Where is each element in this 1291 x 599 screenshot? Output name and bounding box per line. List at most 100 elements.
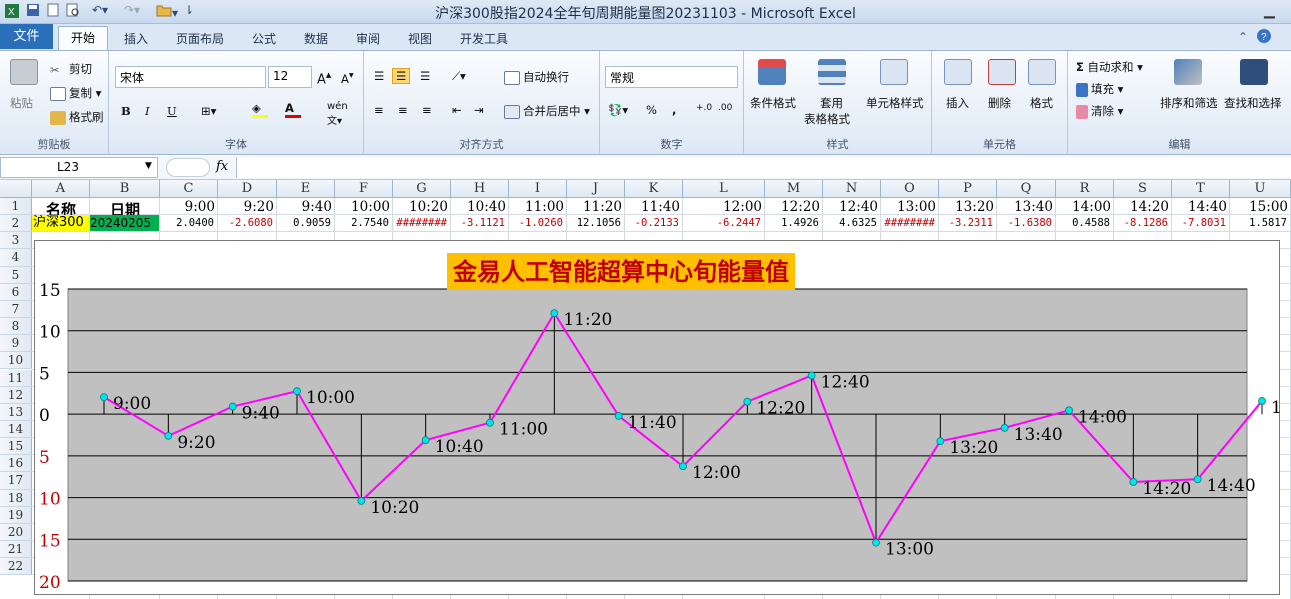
row-header-6[interactable]: 6: [0, 283, 32, 301]
tab-home[interactable]: 开始: [58, 26, 108, 50]
column-header-I[interactable]: I: [509, 180, 567, 198]
cell-A2[interactable]: 沪深300: [32, 215, 89, 232]
column-header-K[interactable]: K: [625, 180, 683, 198]
cell-N2[interactable]: 4.6325: [823, 215, 880, 231]
cell-P2[interactable]: -3.2311: [939, 215, 996, 231]
chart-title[interactable]: 金易人工智能超算中心旬能量值: [447, 253, 795, 290]
row-header-19[interactable]: 19: [0, 506, 32, 524]
cell-E1[interactable]: 9:40: [277, 199, 335, 216]
column-header-E[interactable]: E: [277, 180, 335, 198]
column-header-Q[interactable]: Q: [997, 180, 1056, 198]
row-header-7[interactable]: 7: [0, 300, 32, 319]
column-header-N[interactable]: N: [823, 180, 881, 198]
name-box[interactable]: L23: [0, 157, 158, 178]
row-header-4[interactable]: 4: [0, 249, 32, 267]
chart-area[interactable]: 15 10 5 0 5 10 15 20 9:00 9:20 9:40 10:00 10:20 10:40…: [34, 240, 1291, 595]
cell-A1[interactable]: 名称: [32, 199, 90, 216]
decrease-indent-icon[interactable]: ⇤: [452, 103, 462, 117]
row-header-3[interactable]: 3: [0, 232, 32, 250]
row-header-5[interactable]: 5: [0, 266, 32, 284]
format-painter-button[interactable]: 格式刷: [50, 109, 104, 125]
minimize-icon[interactable]: ▁: [1264, 3, 1275, 19]
font-color-icon[interactable]: A: [285, 101, 301, 118]
tab-developer[interactable]: 开发工具: [460, 30, 508, 47]
shrink-font-button[interactable]: A▾: [341, 70, 354, 86]
tab-review[interactable]: 审阅: [356, 30, 380, 47]
autosum-button[interactable]: Σ 自动求和 ▾: [1076, 59, 1143, 75]
row-header-1[interactable]: 1: [0, 198, 32, 216]
fill-button[interactable]: 填充 ▾: [1076, 81, 1123, 97]
cell-D1[interactable]: 9:20: [218, 199, 277, 216]
cell-J1[interactable]: 11:20: [567, 199, 625, 216]
formula-bar-splitter[interactable]: [166, 158, 210, 177]
paste-button[interactable]: 粘贴: [10, 95, 33, 111]
cell-K2[interactable]: -0.2133: [625, 215, 682, 231]
column-header-G[interactable]: G: [393, 180, 451, 198]
percent-button[interactable]: %: [646, 103, 657, 117]
row-header-8[interactable]: 8: [0, 318, 32, 336]
cell-L1[interactable]: 12:00: [683, 199, 765, 216]
row-header-13[interactable]: 13: [0, 403, 32, 421]
copy-button[interactable]: 复制 ▾: [50, 85, 101, 101]
cell-Q2[interactable]: -1.6380: [997, 215, 1055, 231]
phonetic-icon[interactable]: wén 文▾: [327, 101, 348, 127]
column-header-P[interactable]: P: [939, 180, 997, 198]
cell-M1[interactable]: 12:20: [765, 199, 823, 216]
tab-file[interactable]: 文件: [0, 24, 53, 49]
number-format-combo[interactable]: 常规: [605, 66, 738, 88]
cell-M2[interactable]: 1.4926: [765, 215, 822, 231]
column-header-U[interactable]: U: [1230, 180, 1291, 198]
row-header-9[interactable]: 9: [0, 335, 32, 353]
format-table-line2[interactable]: 表格格式: [804, 111, 850, 127]
currency-icon[interactable]: 💱▾: [608, 103, 628, 117]
cell-J2[interactable]: 12.1056: [567, 215, 624, 231]
cell-C2[interactable]: 2.0400: [160, 215, 217, 231]
merge-center-button[interactable]: 合并后居中 ▾: [504, 103, 590, 119]
row-header-14[interactable]: 14: [0, 420, 32, 439]
increase-decimal-icon[interactable]: +.0: [696, 103, 712, 113]
align-center-icon[interactable]: ≡: [398, 103, 408, 117]
cell-F2[interactable]: 2.7540: [335, 215, 392, 231]
cell-S2[interactable]: -8.1286: [1114, 215, 1171, 231]
cell-R1[interactable]: 14:00: [1056, 199, 1114, 216]
collapse-ribbon-icon[interactable]: ⌃: [1238, 30, 1248, 44]
clear-button[interactable]: 清除 ▾: [1076, 103, 1123, 119]
row-header-22[interactable]: 22: [0, 558, 32, 576]
borders-icon[interactable]: ⊞▾: [201, 104, 216, 118]
column-header-M[interactable]: M: [765, 180, 823, 198]
align-left-icon[interactable]: ≡: [374, 103, 384, 117]
cell-G2[interactable]: ########: [393, 215, 450, 231]
font-size-combo[interactable]: 12: [268, 66, 312, 88]
cell-S1[interactable]: 14:20: [1114, 199, 1172, 216]
cell-B2[interactable]: 20240205: [90, 215, 159, 232]
cell-P1[interactable]: 13:20: [939, 199, 997, 216]
cell-I1[interactable]: 11:00: [509, 199, 567, 216]
cell-H1[interactable]: 10:40: [451, 199, 509, 216]
cell-styles-button[interactable]: 单元格样式: [866, 95, 924, 111]
row-header-11[interactable]: 11: [0, 369, 32, 387]
cut-button[interactable]: ✂ 剪切: [50, 61, 92, 77]
decrease-decimal-icon[interactable]: .00: [718, 103, 732, 113]
italic-button[interactable]: I: [145, 104, 150, 118]
tab-insert[interactable]: 插入: [124, 30, 148, 47]
tab-formulas[interactable]: 公式: [252, 30, 276, 47]
bold-button[interactable]: B: [121, 104, 131, 118]
row-header-12[interactable]: 12: [0, 386, 32, 404]
column-header-T[interactable]: T: [1172, 180, 1230, 198]
underline-button[interactable]: U: [167, 104, 177, 118]
increase-indent-icon[interactable]: ⇥: [474, 103, 484, 117]
cell-N1[interactable]: 12:40: [823, 199, 881, 216]
help-icon[interactable]: ?: [1256, 28, 1272, 47]
row-header-10[interactable]: 10: [0, 352, 32, 370]
row-header-16[interactable]: 16: [0, 455, 32, 473]
cell-Q1[interactable]: 13:40: [997, 199, 1056, 216]
column-header-H[interactable]: H: [451, 180, 509, 198]
cell-K1[interactable]: 11:40: [625, 199, 683, 216]
cell-C1[interactable]: 9:00: [160, 199, 218, 216]
cell-R2[interactable]: 0.4588: [1056, 215, 1113, 231]
column-header-L[interactable]: L: [683, 180, 765, 198]
cell-O2[interactable]: ########: [881, 215, 938, 231]
row-header-21[interactable]: 21: [0, 541, 32, 559]
row-header-20[interactable]: 20: [0, 523, 32, 541]
column-header-F[interactable]: F: [335, 180, 393, 198]
